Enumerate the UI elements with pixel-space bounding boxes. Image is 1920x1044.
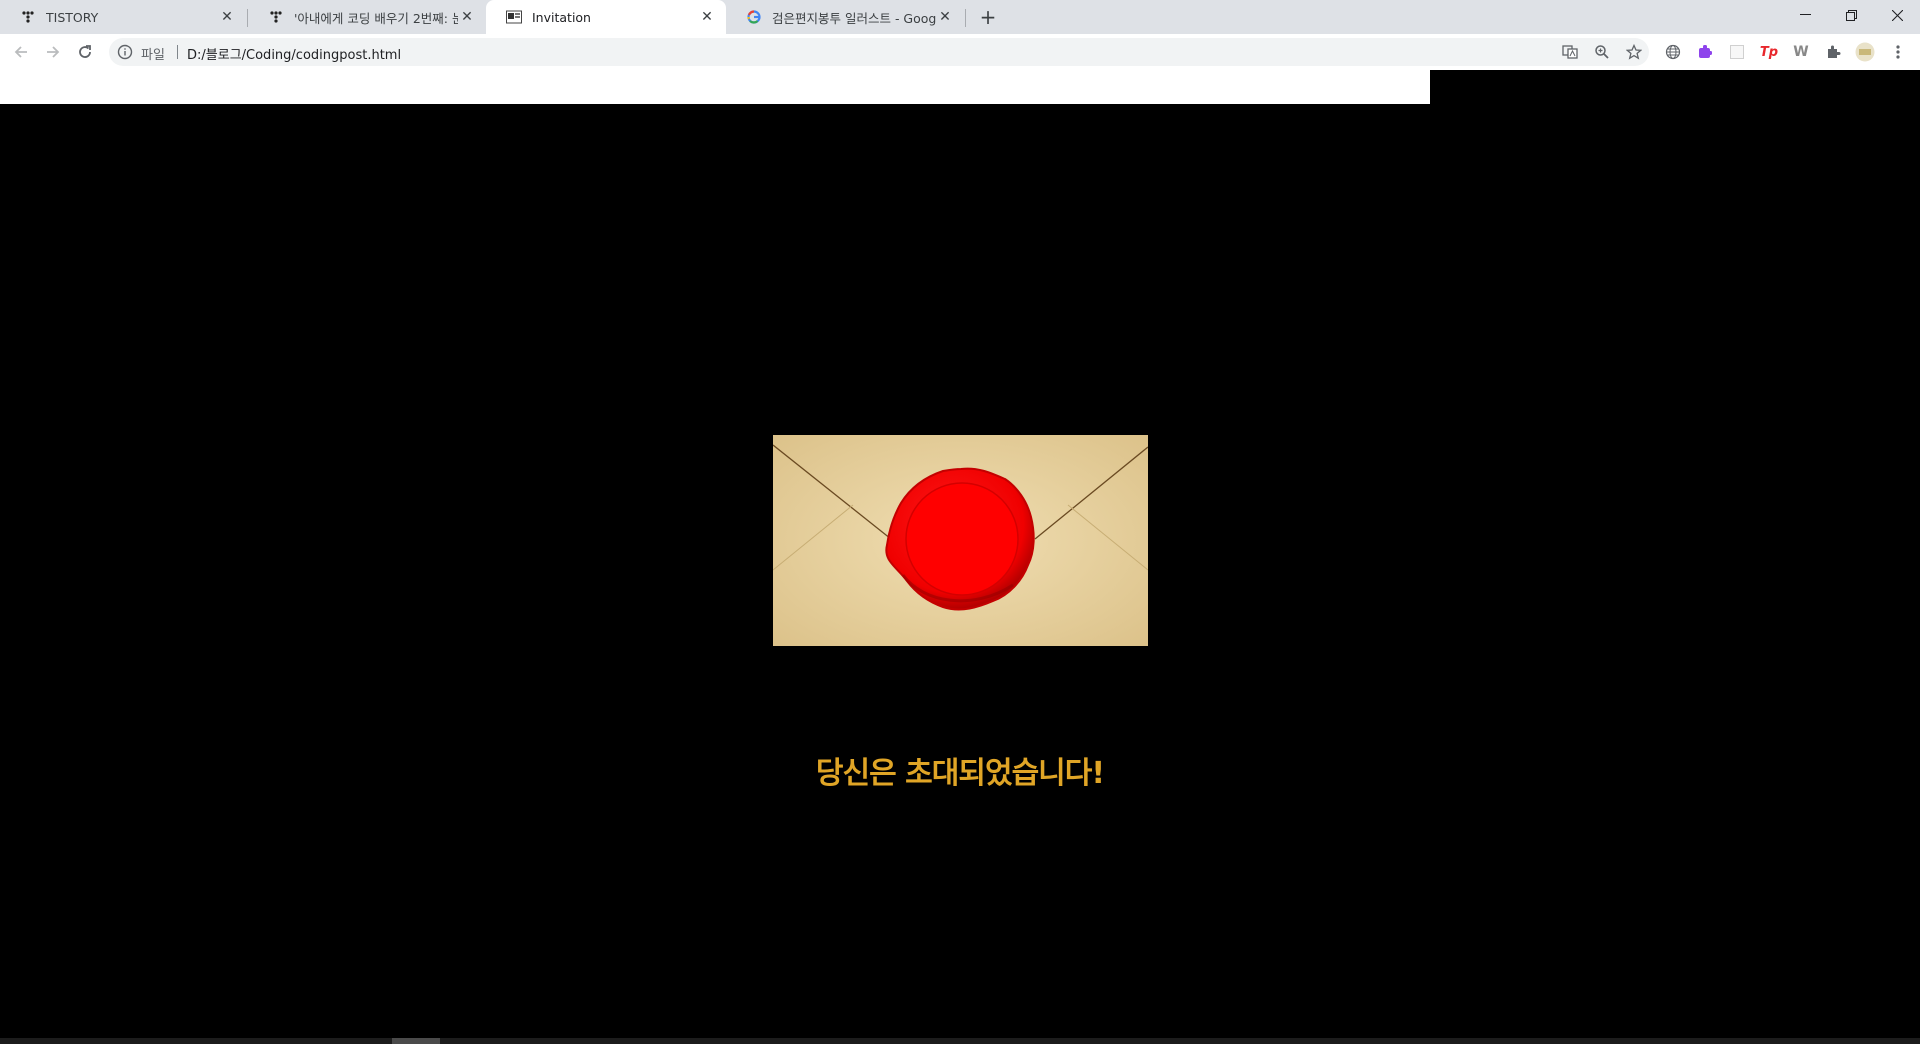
globe-icon[interactable] [1663, 42, 1683, 62]
close-icon[interactable]: ✕ [698, 8, 716, 26]
avatar-icon[interactable] [1855, 42, 1875, 62]
reload-icon[interactable] [71, 38, 99, 66]
forward-icon[interactable] [39, 38, 67, 66]
tab-title: '아내에게 코딩 배우기 2번째: 눈 [294, 10, 458, 26]
tab-tistory[interactable]: TISTORY ✕ [0, 0, 246, 34]
address-bar[interactable]: 파일 D:/블로그/Coding/codingpost.html [109, 38, 1649, 66]
horizontal-scrollbar[interactable] [0, 1038, 1920, 1044]
tab-title: 검은편지봉투 일러스트 - Google [772, 10, 936, 26]
scheme-label: 파일 [141, 48, 165, 63]
url-text[interactable]: D:/블로그/Coding/codingpost.html [187, 44, 401, 63]
zoom-icon[interactable] [1593, 43, 1611, 61]
minimize-icon[interactable] [1782, 0, 1828, 30]
tistory-icon [20, 9, 36, 25]
divider [177, 45, 178, 59]
back-icon[interactable] [7, 38, 35, 66]
info-icon[interactable] [117, 44, 133, 60]
new-tab-button[interactable]: + [976, 5, 1000, 29]
tab-invitation[interactable]: Invitation ✕ [486, 0, 726, 34]
scrollbar-thumb[interactable] [392, 1038, 440, 1044]
page-viewport: 당신은 초대되었습니다! [0, 70, 1920, 1044]
tab-title: Invitation [532, 9, 591, 25]
translate-icon[interactable] [1561, 43, 1579, 61]
close-icon[interactable]: ✕ [936, 8, 954, 26]
close-icon[interactable]: ✕ [458, 8, 476, 26]
w-icon[interactable]: W [1791, 42, 1811, 62]
tab-divider [965, 9, 966, 27]
envelope-image [773, 435, 1148, 646]
window-close-icon[interactable] [1874, 0, 1920, 30]
extensions-icon[interactable] [1823, 42, 1843, 62]
close-icon[interactable]: ✕ [218, 8, 236, 26]
page-icon [506, 9, 522, 25]
tp-icon[interactable]: Tp [1759, 42, 1779, 62]
tab-google-search[interactable]: 검은편지봉투 일러스트 - Google ✕ [726, 0, 964, 34]
page-top-strip [0, 70, 1430, 104]
tab-title: TISTORY [46, 9, 99, 25]
tistory-icon [268, 9, 284, 25]
blank-square-icon[interactable] [1727, 42, 1747, 62]
puzzle-purple-icon[interactable] [1695, 42, 1715, 62]
restore-icon[interactable] [1828, 0, 1874, 30]
browser-toolbar: 파일 D:/블로그/Coding/codingpost.html [0, 34, 1920, 70]
google-icon [746, 9, 762, 25]
bookmark-star-icon[interactable] [1625, 43, 1643, 61]
tab-blog-post[interactable]: '아내에게 코딩 배우기 2번째: 눈 ✕ [248, 0, 486, 34]
page-title: 당신은 초대되었습니다! [815, 756, 1105, 791]
tab-strip: TISTORY ✕ '아내에게 코딩 배우기 2번째: 눈 ✕ Invitati… [0, 0, 1920, 34]
menu-icon[interactable] [1888, 42, 1908, 62]
